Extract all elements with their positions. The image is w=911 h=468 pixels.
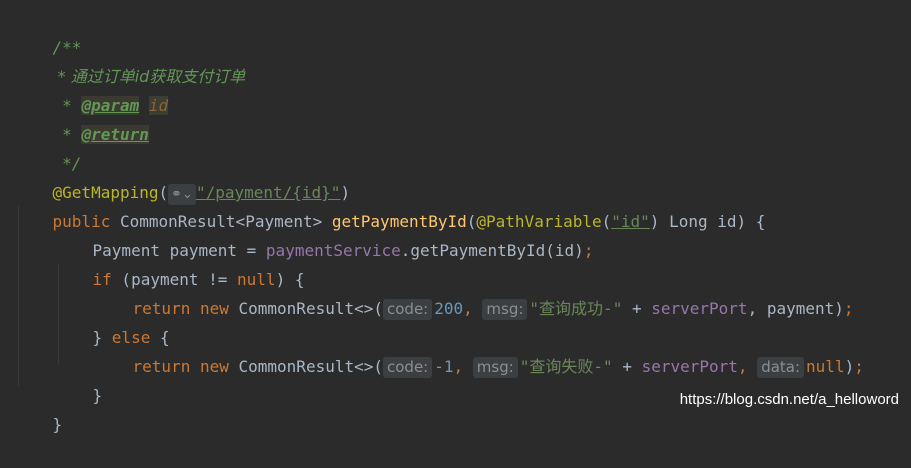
code-line-else: } else { bbox=[54, 294, 170, 347]
javadoc-return-tag: @return bbox=[81, 125, 149, 144]
service-call: .getPaymentById(id) bbox=[400, 241, 584, 260]
constructor-type: CommonResult<>( bbox=[228, 299, 384, 318]
code-line-payment-decl: Payment payment = paymentService.getPaym… bbox=[54, 207, 594, 260]
comma: , bbox=[463, 299, 483, 318]
pathvariable-value: "id" bbox=[611, 212, 650, 231]
semicolon: ; bbox=[583, 241, 594, 260]
paren: ( bbox=[601, 212, 612, 231]
msg-string: "查询失败-" bbox=[519, 357, 613, 376]
code-line-comment-open: /** bbox=[14, 4, 82, 57]
null-keyword: null bbox=[806, 357, 845, 376]
param-hint-code: code: bbox=[383, 299, 433, 320]
plus-operator: + bbox=[612, 357, 642, 376]
param-declaration: Long id) { bbox=[659, 212, 766, 231]
comma: , bbox=[453, 357, 473, 376]
code-line-if: if (payment != null) { bbox=[54, 236, 305, 289]
code-line-comment-close: */ bbox=[14, 120, 81, 173]
closing-brace: } bbox=[92, 386, 103, 405]
javadoc-param-name: id bbox=[148, 96, 169, 115]
param-hint-data: data: bbox=[757, 357, 805, 378]
comma: , bbox=[737, 357, 758, 376]
constructor-type: CommonResult<>( bbox=[228, 357, 384, 376]
code-line-inner-brace: } bbox=[54, 352, 103, 405]
semicolon: ; bbox=[854, 357, 864, 376]
code-line-comment-param: * @param id bbox=[14, 62, 169, 115]
closing-brace: } bbox=[52, 415, 63, 434]
param-hint-code: code: bbox=[383, 357, 433, 378]
param-hint-msg: msg: bbox=[472, 357, 518, 378]
msg-string: "查询成功-" bbox=[529, 299, 623, 318]
code-editor[interactable]: /** * 通过订单id获取支付订单 * @param id * @return… bbox=[0, 0, 911, 434]
paren: ) bbox=[649, 212, 660, 231]
code-line-mapping: @GetMapping(⚭⌄ "/payment/{id}") bbox=[14, 149, 350, 205]
server-port-field[interactable]: serverPort bbox=[642, 357, 738, 376]
code-line-signature: public CommonResult<Payment> getPaymentB… bbox=[14, 178, 766, 231]
paren: ) bbox=[844, 357, 855, 376]
watermark-url: https://blog.csdn.net/a_helloword bbox=[679, 391, 899, 408]
new-keyword: new bbox=[199, 357, 229, 376]
code-value: -1 bbox=[434, 357, 454, 376]
code-line-comment-return: * @return bbox=[14, 91, 149, 144]
new-keyword: new bbox=[199, 299, 229, 318]
semicolon: ; bbox=[843, 299, 854, 318]
code-line-comment-description: * 通过订单id获取支付订单 bbox=[14, 33, 246, 86]
return-keyword: return bbox=[132, 357, 191, 376]
code-value: 200 bbox=[434, 299, 464, 318]
param-hint-msg: msg: bbox=[482, 299, 528, 320]
server-port-field[interactable]: serverPort bbox=[651, 299, 747, 318]
args-rest: , payment) bbox=[747, 299, 844, 318]
plus-operator: + bbox=[622, 299, 652, 318]
code-line-return-fail: return new CommonResult<>(code: -1, msg: "… bbox=[94, 323, 864, 378]
code-line-return-success: return new CommonResult<>(code: 200, msg:… bbox=[94, 265, 854, 320]
code-line-outer-brace: } bbox=[14, 381, 63, 434]
